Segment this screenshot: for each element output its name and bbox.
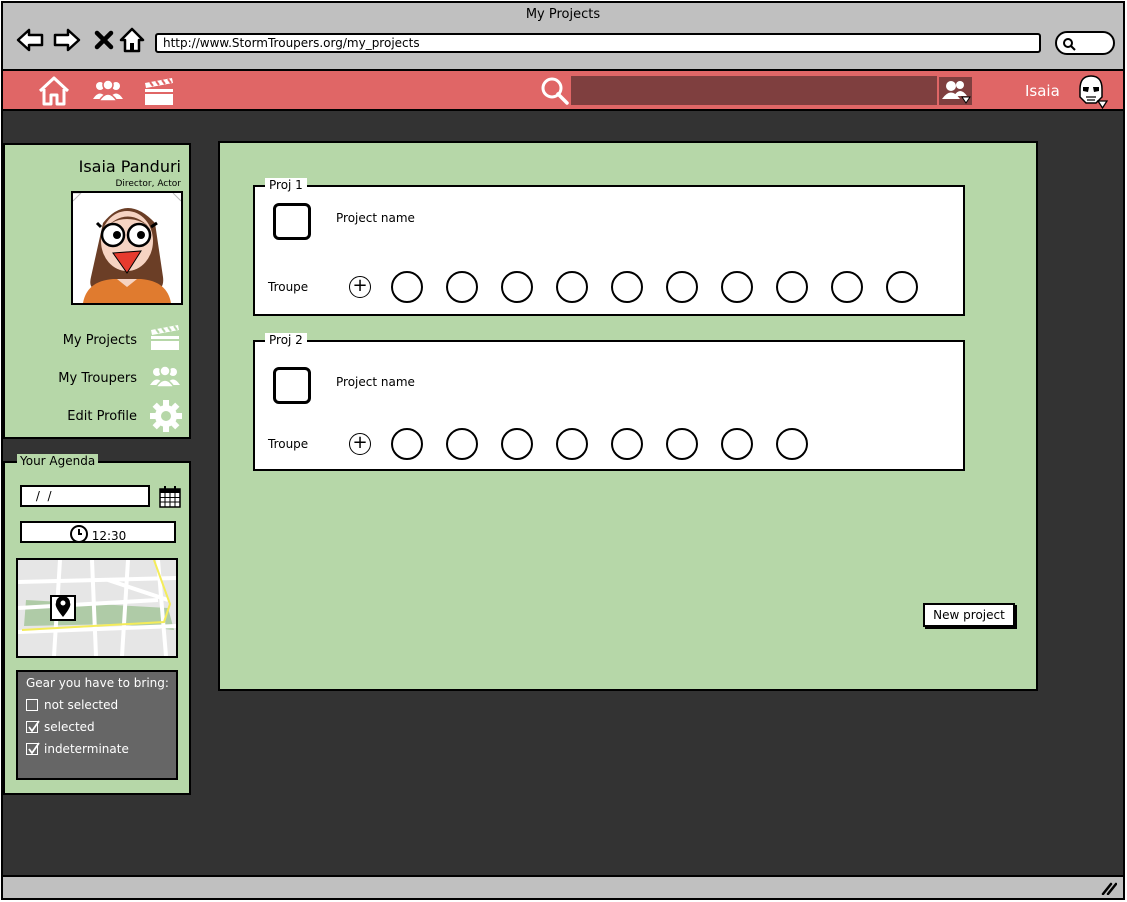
agenda-legend: Your Agenda — [17, 454, 99, 468]
gear-item-not-selected[interactable]: not selected — [26, 698, 118, 712]
troupe-member-avatar[interactable] — [446, 428, 478, 460]
back-icon[interactable] — [15, 25, 45, 55]
clapperboard-icon[interactable] — [143, 75, 175, 107]
avatar — [73, 193, 181, 303]
gear-item-indeterminate[interactable]: indeterminate — [26, 742, 129, 756]
sidebar-item-edit-profile[interactable]: Edit Profile — [67, 409, 137, 424]
troupe-member-avatar[interactable] — [776, 271, 808, 303]
map — [18, 560, 176, 656]
troupe-member-avatar[interactable] — [501, 428, 533, 460]
clapperboard-icon[interactable] — [149, 323, 181, 351]
troupe-member-avatar[interactable] — [556, 271, 588, 303]
browser-titlebar: My Projects http://www.StormTroupers.org… — [3, 3, 1123, 71]
troupe-member-avatar[interactable] — [611, 271, 643, 303]
troupers-icon[interactable] — [92, 79, 124, 103]
troupe-member-avatar[interactable] — [666, 271, 698, 303]
project-card-2: Proj 2 Project name Troupe + — [253, 333, 965, 471]
time-value: 12:30 — [91, 529, 127, 543]
troupe-member-avatar[interactable] — [391, 271, 423, 303]
troupe-member-avatar[interactable] — [501, 271, 533, 303]
projects-panel: Proj 1 Project name Troupe + Proj 2 Proj… — [218, 141, 1038, 691]
project-card-1: Proj 1 Project name Troupe + — [253, 178, 965, 316]
stormtrooper-avatar-icon[interactable] — [1074, 73, 1108, 109]
troupe-member-avatar[interactable] — [831, 271, 863, 303]
date-input[interactable] — [20, 485, 150, 507]
project-thumbnail[interactable] — [273, 203, 311, 240]
troupe-member-avatar[interactable] — [556, 428, 588, 460]
search-icon — [1063, 38, 1076, 51]
clock-icon — [69, 525, 88, 543]
sidebar-item-my-troupers[interactable]: My Troupers — [58, 371, 137, 386]
project-legend: Proj 2 — [265, 333, 307, 347]
troupe-member-avatar[interactable] — [776, 428, 808, 460]
forward-icon[interactable] — [52, 25, 82, 55]
agenda-panel: Your Agenda 12:30 — [3, 454, 191, 795]
time-picker[interactable]: 12:30 — [20, 521, 176, 543]
gear-checklist-title: Gear you have to bring: — [26, 676, 169, 690]
user-menu-button[interactable] — [939, 77, 972, 105]
gear-item-label: not selected — [44, 698, 119, 712]
troupe-member-avatar[interactable] — [446, 271, 478, 303]
status-bar — [3, 875, 1123, 898]
profile-role: Director, Actor — [115, 179, 181, 189]
stop-icon[interactable] — [89, 25, 119, 55]
resize-grip-icon[interactable] — [1101, 881, 1117, 895]
home-icon[interactable] — [117, 25, 147, 55]
troupe-member-avatar[interactable] — [721, 271, 753, 303]
troupe-member-avatar[interactable] — [611, 428, 643, 460]
checkmark-icon — [28, 720, 40, 733]
troupers-dropdown-icon — [942, 81, 971, 104]
checkbox-checked[interactable] — [26, 720, 40, 733]
gear-item-label: indeterminate — [44, 742, 129, 756]
troupe-label: Troupe — [268, 280, 309, 294]
profile-card: Isaia Panduri Director, Actor My Project… — [3, 143, 191, 439]
search-input[interactable] — [571, 76, 937, 105]
browser-search-field[interactable] — [1055, 31, 1115, 55]
new-project-button[interactable]: New project — [923, 603, 1015, 627]
troupe-member-avatar[interactable] — [391, 428, 423, 460]
window-title: My Projects — [525, 7, 601, 22]
home-icon[interactable] — [37, 75, 71, 107]
troupe-member-avatar[interactable] — [666, 428, 698, 460]
browser-window: My Projects http://www.StormTroupers.org… — [1, 1, 1125, 900]
calendar-icon[interactable] — [158, 485, 182, 509]
project-legend: Proj 1 — [265, 178, 307, 192]
header-username[interactable]: Isaia — [1025, 82, 1060, 100]
troupe-label: Troupe — [268, 437, 309, 451]
troupers-icon[interactable] — [149, 365, 181, 389]
map-widget[interactable] — [16, 558, 178, 658]
url-bar[interactable]: http://www.StormTroupers.org/my_projects — [155, 33, 1041, 53]
gear-item-selected[interactable]: selected — [26, 720, 95, 734]
project-name[interactable]: Project name — [336, 211, 415, 225]
checkbox-unchecked[interactable] — [26, 699, 38, 711]
gear-item-label: selected — [44, 720, 95, 734]
add-member-button[interactable]: + — [349, 433, 371, 455]
project-thumbnail[interactable] — [273, 367, 311, 404]
profile-name: Isaia Panduri — [78, 157, 181, 176]
project-name[interactable]: Project name — [336, 375, 415, 389]
checkmark-icon — [28, 742, 40, 755]
search-icon[interactable] — [540, 76, 570, 106]
add-member-button[interactable]: + — [349, 276, 371, 298]
troupe-member-avatar[interactable] — [721, 428, 753, 460]
app-header: Isaia — [3, 71, 1123, 111]
troupe-member-avatar[interactable] — [886, 271, 918, 303]
sidebar-item-my-projects[interactable]: My Projects — [63, 333, 137, 348]
checkbox-checked[interactable] — [26, 742, 40, 755]
gear-checklist: Gear you have to bring: not selected sel… — [16, 670, 178, 780]
profile-portrait — [71, 191, 183, 305]
gear-icon[interactable] — [149, 399, 183, 433]
